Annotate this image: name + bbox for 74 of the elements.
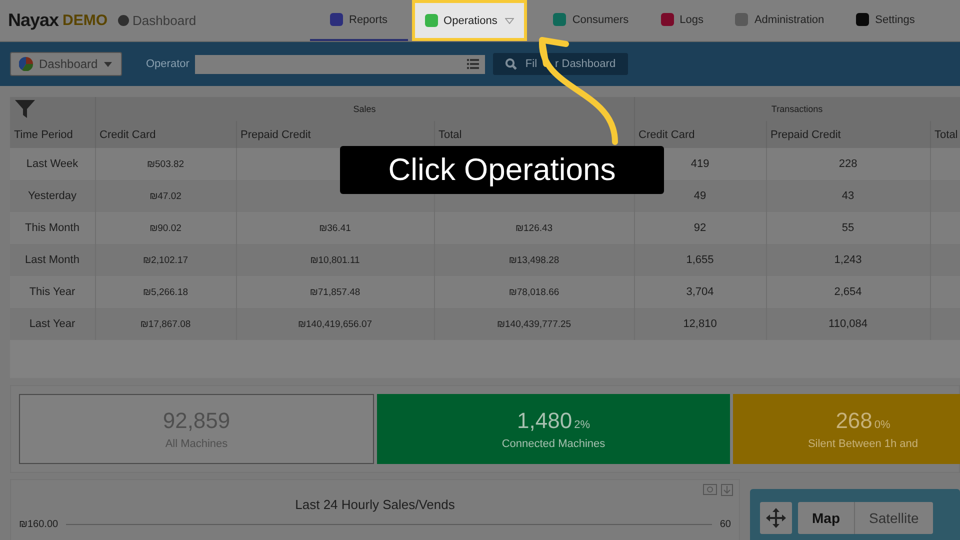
logo: Nayax bbox=[8, 10, 59, 31]
table-cell: ₪36.41 bbox=[236, 212, 434, 244]
group-header: Sales bbox=[95, 97, 634, 121]
operator-field[interactable] bbox=[195, 54, 486, 74]
table-cell: 12,810 bbox=[634, 308, 766, 340]
pie-chart-icon bbox=[19, 57, 33, 71]
table-cell: 1,243 bbox=[766, 244, 930, 276]
table-cell: ₪71,857.48 bbox=[236, 276, 434, 308]
list-icon bbox=[467, 59, 480, 69]
table-cell: ₪78,018.66 bbox=[434, 276, 634, 308]
image-icon[interactable] bbox=[703, 484, 717, 495]
table-cell: ₪47.02 bbox=[95, 180, 236, 212]
stat-label: Connected Machines bbox=[502, 438, 606, 450]
axis-label: 60 bbox=[720, 519, 731, 530]
table-cell: ₪126.43 bbox=[434, 212, 634, 244]
caret-icon bbox=[104, 62, 112, 66]
table-cell: Yesterday bbox=[10, 180, 95, 212]
column-header: Credit Card bbox=[95, 121, 236, 148]
column-header: Prepaid Credit bbox=[766, 121, 930, 148]
table-cell: This Year bbox=[10, 276, 95, 308]
view-dropdown[interactable]: Dashboard bbox=[10, 52, 122, 76]
table-cell: 2,654 bbox=[766, 276, 930, 308]
page-title: Dashboard bbox=[132, 13, 196, 28]
map-type-button[interactable]: Map bbox=[798, 502, 855, 534]
group-header: Transactions bbox=[634, 97, 960, 121]
move-icon bbox=[766, 508, 786, 528]
nav-tab[interactable]: Logs bbox=[646, 0, 718, 41]
table-cell: ₪140,439,777.25 bbox=[434, 308, 634, 340]
operator-label: Operator bbox=[146, 58, 190, 70]
table-cell: This Month bbox=[10, 212, 95, 244]
table-cell: Last Year bbox=[10, 308, 95, 340]
table-cell: 3,704 bbox=[634, 276, 766, 308]
table-cell: ₪2,102.17 bbox=[95, 244, 236, 276]
dashboard-icon bbox=[118, 15, 129, 26]
download-icon[interactable] bbox=[721, 484, 733, 496]
chart-title: Last 24 Hourly Sales/Vends bbox=[295, 497, 455, 512]
stat-value: 268 bbox=[836, 408, 872, 434]
column-header: Credit Card bbox=[634, 121, 766, 148]
stat-percent: 0% bbox=[874, 419, 890, 431]
table-cell: Last Week bbox=[10, 148, 95, 180]
table-cell: ₪140,419,656.07 bbox=[236, 308, 434, 340]
table-cell: 49 bbox=[634, 180, 766, 212]
stat-percent: 2% bbox=[574, 419, 590, 431]
table-cell: 55 bbox=[766, 212, 930, 244]
table-cell: 1,655 bbox=[634, 244, 766, 276]
filter-icon[interactable] bbox=[14, 99, 36, 119]
column-header: Total bbox=[930, 121, 960, 148]
column-header: Prepaid Credit bbox=[236, 121, 434, 148]
table-cell: 92 bbox=[634, 212, 766, 244]
pan-button[interactable] bbox=[760, 502, 792, 534]
caret-icon bbox=[505, 18, 514, 24]
table-cell: 110,084 bbox=[766, 308, 930, 340]
table-cell: ₪17,867.08 bbox=[95, 308, 236, 340]
table-cell: ₪503.82 bbox=[95, 148, 236, 180]
table-cell: ₪10,801.11 bbox=[236, 244, 434, 276]
nav-tab[interactable]: Operations bbox=[412, 0, 528, 41]
table-cell: Last Month bbox=[10, 244, 95, 276]
axis-label: ₪160.00 bbox=[19, 519, 58, 530]
instruction-callout: Click Operations bbox=[340, 146, 664, 194]
table-cell: 43 bbox=[766, 180, 930, 212]
nav-tab[interactable]: Consumers bbox=[539, 0, 643, 41]
table-cell: ₪13,498.28 bbox=[434, 244, 634, 276]
stat-label: Silent Between 1h and bbox=[808, 438, 918, 450]
map-type-button[interactable]: Satellite bbox=[855, 502, 933, 534]
nav-tab[interactable]: Settings bbox=[842, 0, 929, 41]
stat-value: 1,480 bbox=[517, 408, 572, 434]
table-cell: ₪90.02 bbox=[95, 212, 236, 244]
nav-tab[interactable]: Administration bbox=[721, 0, 838, 41]
search-icon bbox=[505, 58, 518, 70]
logo-text: DEMO bbox=[62, 12, 108, 29]
table-cell: 228 bbox=[766, 148, 930, 180]
filter-button[interactable]: Fil r Dashboard bbox=[493, 53, 628, 75]
table-cell: ₪5,266.18 bbox=[95, 276, 236, 308]
column-header: Time Period bbox=[10, 121, 95, 148]
